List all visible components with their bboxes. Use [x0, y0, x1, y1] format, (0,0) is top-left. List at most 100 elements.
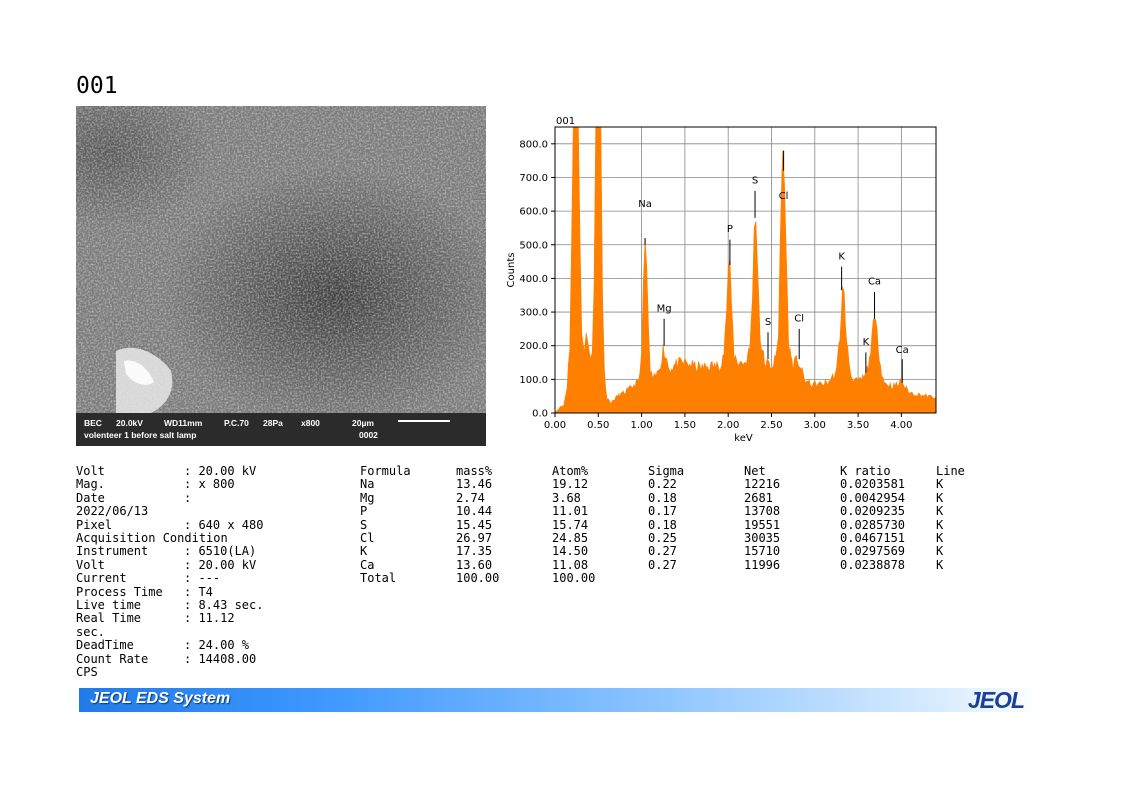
- table-cell: 13.46: [456, 477, 493, 492]
- sem-caption: volenteer 1 before salt lamp: [84, 430, 197, 440]
- param-key: Process Time: [76, 584, 163, 599]
- table-cell: K: [936, 544, 944, 559]
- param-value-continued: 2022/06/13: [76, 504, 149, 519]
- sem-label-scale: 20µm: [352, 418, 374, 428]
- param-value: : ---: [184, 571, 221, 586]
- table-cell: 100.00: [456, 571, 500, 586]
- x-axis-label: keV: [734, 433, 753, 444]
- sem-info-bar: BEC 20.0kV WD11mm P.C.70 28Pa x800 20µm …: [76, 413, 486, 446]
- table-row: P 10.44 11.01 0.17 13708 0.0209235 K: [360, 504, 1032, 519]
- param-row: Volt : 20.00 kV: [76, 557, 263, 572]
- y-tick-label: 0.0: [532, 409, 548, 420]
- table-cell: 14.50: [552, 544, 589, 559]
- param-key: Volt: [76, 464, 105, 478]
- param-row: Count Rate : 14408.00: [76, 651, 263, 666]
- scale-bar: [398, 420, 450, 422]
- param-row: Volt: 20.00 kV: [76, 464, 263, 478]
- page-title: 001: [76, 73, 118, 99]
- system-name: JEOL EDS System: [90, 690, 231, 707]
- table-cell: 30035: [744, 531, 781, 546]
- table-cell: 17.35: [456, 544, 493, 559]
- table-cell: 19551: [744, 517, 781, 532]
- table-cell: 0.18: [648, 490, 677, 505]
- param-key: Instrument: [76, 544, 149, 559]
- table-row: Mg 2.74 3.68 0.18 2681 0.0042954 K: [360, 490, 1032, 505]
- acquisition-parameters: Volt : 20.00 kV Mag.: x 800 Date:2022/06/13…: [76, 464, 264, 680]
- x-tick-label: 0.00: [544, 420, 566, 431]
- peak-label-k: K: [838, 252, 845, 263]
- table-cell: 10.44: [456, 504, 493, 519]
- param-value: : 20.00 kV: [184, 557, 257, 572]
- table-cell: Formula: [360, 464, 411, 478]
- peak-label-ca: Ca: [896, 345, 909, 356]
- table-cell: 100.00: [552, 571, 596, 586]
- x-tick-label: 3.50: [847, 420, 869, 431]
- table-cell: 0.0209235: [840, 504, 906, 519]
- param-key: Real Time: [76, 611, 142, 626]
- param-value: : T4: [184, 584, 213, 599]
- param-row: Instrument: 6510(LA): [76, 544, 263, 559]
- table-cell: 2681: [744, 490, 773, 505]
- param-value-continued: CPS: [76, 665, 98, 680]
- y-tick-label: 600.0: [519, 207, 548, 218]
- sem-image: BEC 20.0kV WD11mm P.C.70 28Pa x800 20µm …: [76, 106, 486, 446]
- peak-label-cl: Cl: [779, 191, 789, 202]
- peak-label-p: P: [727, 224, 733, 235]
- param-key: Volt: [76, 557, 105, 572]
- param-key: Pixel: [76, 517, 113, 532]
- table-cell: 0.18: [648, 517, 677, 532]
- param-row: Date:: [76, 490, 263, 505]
- param-key: DeadTime: [76, 638, 134, 653]
- table-row: Na 13.46 19.12 0.22 12216 0.0203581 K: [360, 477, 1032, 492]
- x-tick-label: 1.50: [674, 420, 696, 431]
- table-cell: 0.0042954: [840, 490, 906, 505]
- table-cell: 19.12: [552, 477, 589, 492]
- param-value: : 11.12: [184, 611, 235, 626]
- param-row: DeadTime : 24.00 %: [76, 638, 263, 653]
- table-cell: 15710: [744, 544, 781, 559]
- peak-label-cl: Cl: [794, 313, 804, 324]
- param-value-continued: sec.: [76, 624, 105, 639]
- chart-title: 001: [556, 116, 575, 127]
- table-cell: mass%: [456, 464, 493, 478]
- table-cell: P: [360, 504, 368, 519]
- y-tick-label: 500.0: [519, 240, 548, 251]
- y-tick-label: 400.0: [519, 274, 548, 285]
- table-cell: 0.17: [648, 504, 677, 519]
- table-cell: 11.08: [552, 557, 589, 572]
- table-row: K 17.35 14.50 0.27 15710 0.0297569 K: [360, 544, 1032, 559]
- peak-label-mg: Mg: [657, 303, 672, 314]
- param-key: Date: [76, 490, 105, 505]
- table-cell: 0.27: [648, 544, 677, 559]
- param-value: : 14408.00: [184, 651, 257, 666]
- param-value: : 640 x 480: [184, 517, 264, 532]
- table-cell: K: [936, 504, 944, 519]
- footer-banner: JEOL EDS System JEOL: [79, 687, 1039, 713]
- table-row: S 15.45 15.74 0.18 19551 0.0285730 K: [360, 517, 1032, 532]
- table-cell: 0.25: [648, 531, 677, 546]
- table-cell: K: [936, 490, 944, 505]
- param-value: : 24.00 %: [184, 638, 250, 653]
- x-tick-label: 3.00: [804, 420, 826, 431]
- x-tick-labels: 0.00 0.50 1.00 1.50 2.00 2.50 3.00 3.50 4.00: [544, 420, 913, 431]
- param-row: Pixel : 640 x 480: [76, 517, 264, 532]
- table-cell: Total: [360, 571, 397, 586]
- table-cell: Cl: [360, 531, 375, 546]
- param-key: Count Rate: [76, 651, 149, 666]
- table-cell: 0.22: [648, 477, 677, 492]
- y-tick-label: 100.0: [519, 375, 548, 386]
- x-tick-label: 2.00: [717, 420, 739, 431]
- table-cell: 11.01: [552, 504, 589, 519]
- peak-label-s: S: [752, 176, 758, 187]
- peak-labels: Na Mg P S Cl S Cl K Ca K Ca: [638, 150, 909, 383]
- table-cell: 15.45: [456, 517, 493, 532]
- param-row: Mag.: x 800: [76, 477, 263, 491]
- sem-image-number: 0002: [359, 430, 378, 440]
- table-cell: 12216: [744, 477, 781, 492]
- table-cell: 2.74: [456, 490, 485, 505]
- sem-label-voltage: 20.0kV: [116, 418, 143, 428]
- table-cell: K: [936, 557, 944, 572]
- table-cell: 0.0238878: [840, 557, 906, 572]
- sem-label-mag: x800: [301, 418, 320, 428]
- x-tick-label: 2.50: [760, 420, 782, 431]
